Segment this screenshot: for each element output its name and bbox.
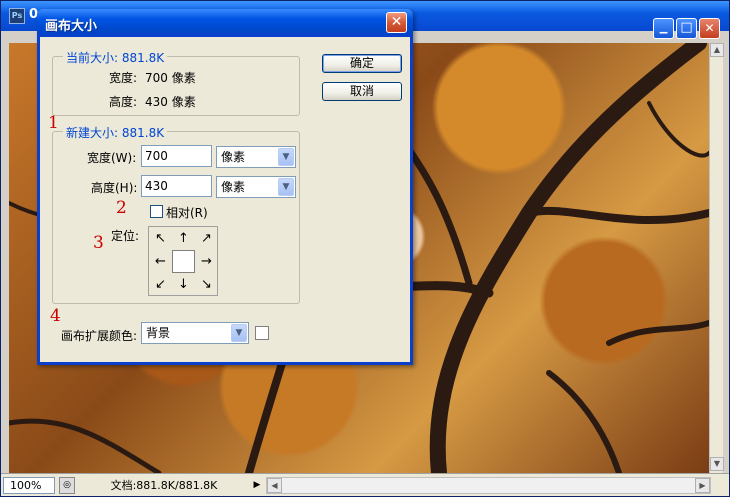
anchor-left[interactable]: ← [149, 250, 172, 273]
dialog-titlebar[interactable]: 画布大小 ✕ [37, 9, 413, 37]
new-width-label: 宽度(W): [87, 151, 137, 165]
extension-color-select[interactable]: 背景 ▼ [141, 322, 249, 344]
current-width-label: 宽度: [109, 71, 138, 85]
anchor-center[interactable] [172, 250, 195, 273]
extension-color-swatch[interactable] [255, 326, 269, 340]
scroll-left-icon[interactable]: ◀ [267, 478, 282, 493]
vertical-scrollbar[interactable]: ▲ ▼ [709, 43, 724, 473]
width-unit-value: 像素 [221, 150, 246, 164]
minimize-button[interactable]: ▁ [653, 18, 674, 39]
width-unit-select[interactable]: 像素 ▼ [216, 146, 296, 168]
anchor-bottom-right[interactable]: ↘ [195, 273, 218, 296]
relative-label[interactable]: 相对(R) [166, 204, 208, 221]
new-size-legend: 新建大小: 881.8K [63, 124, 168, 141]
status-menu-icon[interactable]: ◎ [59, 477, 75, 494]
horizontal-scrollbar[interactable]: ◀ ▶ [266, 477, 711, 494]
annotation-1: 1 [48, 113, 59, 133]
dialog-close-button[interactable]: ✕ [386, 12, 407, 33]
maximize-button[interactable]: □ [676, 18, 697, 39]
height-unit-select[interactable]: 像素 ▼ [216, 176, 296, 198]
scroll-up-icon[interactable]: ▲ [710, 43, 724, 57]
close-icon: ✕ [704, 21, 715, 35]
current-height-label: 高度: [109, 95, 138, 109]
anchor-bottom-left[interactable]: ↙ [149, 273, 172, 296]
document-size-info: 文档:881.8K/881.8K [110, 479, 218, 492]
maximize-icon: □ [680, 20, 693, 35]
minimize-icon: ▁ [659, 23, 668, 34]
new-height-label: 高度(H): [91, 181, 138, 195]
anchor-top-left[interactable]: ↖ [149, 227, 172, 250]
anchor-label: 定位: [111, 229, 140, 243]
anchor-bottom[interactable]: ↓ [172, 273, 195, 296]
width-input[interactable] [141, 145, 212, 167]
chevron-down-icon[interactable]: ▼ [278, 148, 294, 166]
anchor-right[interactable]: → [195, 250, 218, 273]
zoom-level-field[interactable]: 100% [3, 477, 55, 494]
window-close-button[interactable]: ✕ [699, 18, 720, 39]
anchor-top-right[interactable]: ↗ [195, 227, 218, 250]
chevron-down-icon[interactable]: ▼ [231, 324, 247, 342]
status-arrow-icon[interactable]: ▶ [251, 478, 263, 492]
height-unit-value: 像素 [221, 180, 246, 194]
anchor-grid: ↖ ↑ ↗ ← → ↙ ↓ ↘ [148, 226, 218, 296]
current-height-value: 430 像素 [145, 95, 196, 109]
annotation-4: 4 [50, 306, 61, 326]
extension-color-label: 画布扩展颜色: [61, 329, 138, 343]
canvas-size-dialog: 画布大小 ✕ 当前大小: 881.8K 宽度: 700 像素 高度: 430 像… [37, 9, 413, 365]
status-bar: 100% ◎ 文档:881.8K/881.8K ▶ ◀ ▶ [1, 473, 729, 496]
relative-checkbox[interactable] [150, 205, 163, 218]
chevron-down-icon[interactable]: ▼ [278, 178, 294, 196]
anchor-top[interactable]: ↑ [172, 227, 195, 250]
close-icon: ✕ [390, 14, 403, 30]
annotation-2: 2 [116, 198, 127, 218]
annotation-3: 3 [93, 233, 104, 253]
height-input[interactable] [141, 175, 212, 197]
current-width-value: 700 像素 [145, 71, 196, 85]
scroll-down-icon[interactable]: ▼ [710, 457, 724, 471]
dialog-title: 画布大小 [45, 19, 98, 34]
photoshop-icon: Ps [9, 8, 25, 24]
extension-color-value: 背景 [146, 326, 171, 340]
current-size-legend: 当前大小: 881.8K [63, 49, 168, 66]
scroll-right-icon[interactable]: ▶ [695, 478, 710, 493]
ok-button[interactable]: 确定 [322, 54, 402, 73]
cancel-button[interactable]: 取消 [322, 82, 402, 101]
